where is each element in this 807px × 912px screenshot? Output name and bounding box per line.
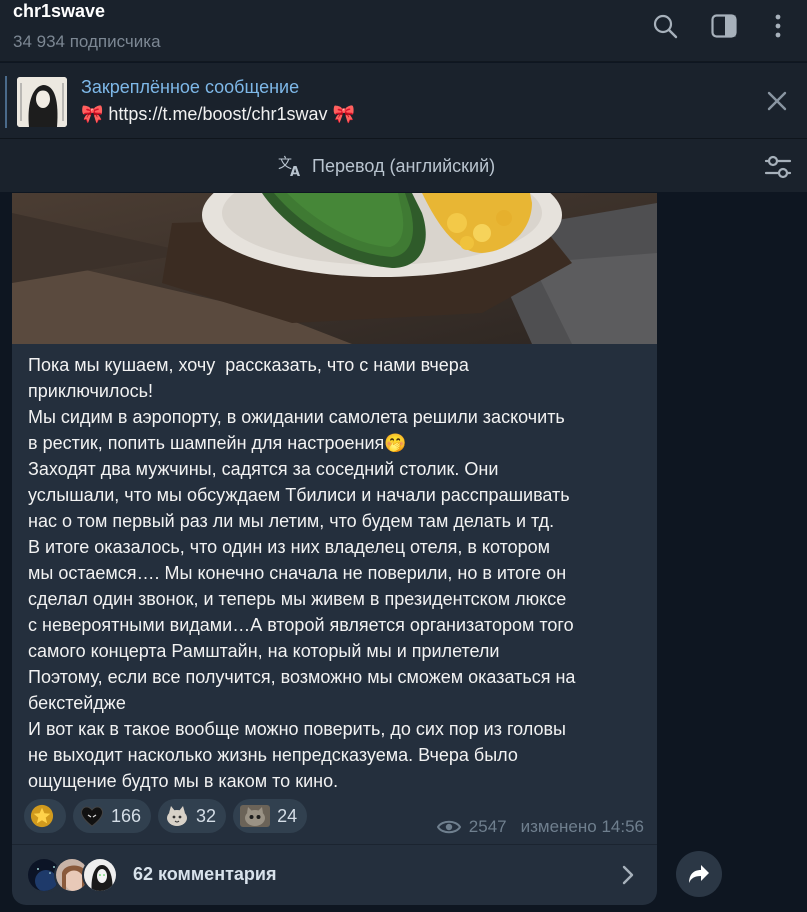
cat-sticker-icon xyxy=(167,806,188,826)
views-eye-icon xyxy=(436,820,461,834)
channel-header: chr1swave 34 934 подписчика xyxy=(0,0,807,62)
post-meta: 2547 изменено 14:56 xyxy=(436,817,644,837)
avatar xyxy=(82,857,118,893)
reaction-star[interactable] xyxy=(24,799,66,833)
comments-button[interactable]: 62 комментария xyxy=(12,845,657,905)
share-button[interactable] xyxy=(676,851,722,897)
reaction-heart[interactable]: 166 xyxy=(73,799,152,833)
translate-bar: 文 A Перевод (английский) xyxy=(0,138,807,192)
channel-name[interactable]: chr1swave xyxy=(13,1,105,22)
reaction-count: 24 xyxy=(277,805,298,826)
search-icon[interactable] xyxy=(651,12,679,40)
pinned-message[interactable]: Закреплённое сообщение 🎀 https://t.me/bo… xyxy=(0,63,807,138)
pinned-text: 🎀 https://t.me/boost/chr1swav 🎀 xyxy=(81,104,355,124)
reaction-cat-photo[interactable]: 24 xyxy=(233,799,308,833)
translate-button[interactable]: 文 A Перевод (английский) xyxy=(278,153,495,179)
comments-label: 62 комментария xyxy=(133,864,277,884)
chevron-right-icon xyxy=(622,865,634,885)
translate-icon: 文 A xyxy=(278,156,300,178)
star-icon xyxy=(30,804,54,828)
post-text: Пока мы кушаем, хочу рассказать, что с н… xyxy=(28,355,576,791)
reaction-cat[interactable]: 32 xyxy=(158,799,227,833)
views-count: 2547 xyxy=(468,817,507,836)
post-photo[interactable] xyxy=(12,193,657,344)
black-heart-icon xyxy=(80,806,104,827)
svg-text:A: A xyxy=(290,165,300,178)
translate-label: Перевод (английский) xyxy=(312,155,496,176)
edited-time: изменено 14:56 xyxy=(520,817,644,836)
reactions-bar: 166 32 24 xyxy=(24,799,308,833)
pinned-title: Закреплённое сообщение xyxy=(81,77,300,97)
commenter-avatars xyxy=(26,857,120,893)
share-arrow-icon xyxy=(689,865,709,883)
close-pinned-icon[interactable] xyxy=(764,88,790,114)
subscriber-count: 34 934 подписчика xyxy=(13,32,161,51)
pinned-thumbnail xyxy=(17,77,67,127)
translate-settings-icon[interactable] xyxy=(764,154,792,180)
cat-photo-sticker-icon xyxy=(240,805,271,827)
reaction-count: 166 xyxy=(111,805,142,826)
sidebar-toggle-icon[interactable] xyxy=(710,12,738,40)
reaction-count: 32 xyxy=(196,805,217,826)
post-bubble: Пока мы кушаем, хочу рассказать, что с н… xyxy=(12,193,657,905)
pinned-indicator-bar xyxy=(5,76,7,128)
more-menu-icon[interactable] xyxy=(764,12,792,40)
